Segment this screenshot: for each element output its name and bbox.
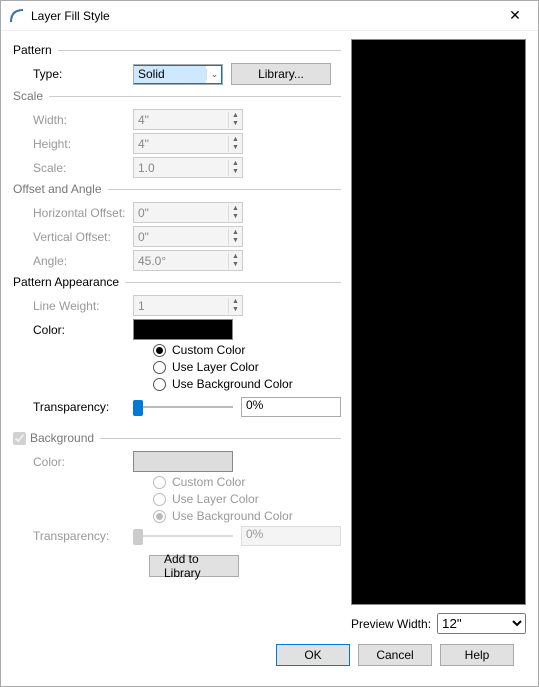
voff-label: Vertical Offset: bbox=[13, 230, 133, 244]
chevron-down-icon: ⌄ bbox=[206, 69, 222, 80]
cancel-button[interactable]: Cancel bbox=[358, 644, 432, 666]
lw-spinner: 1▲▼ bbox=[133, 295, 243, 316]
radio-use-background-color[interactable] bbox=[153, 378, 166, 391]
voff-spinner: 0"▲▼ bbox=[133, 226, 243, 247]
color-swatch[interactable] bbox=[133, 319, 233, 340]
type-label: Type: bbox=[13, 67, 133, 81]
bg-transparency-input: 0% bbox=[241, 526, 341, 546]
bg-color-swatch bbox=[133, 451, 233, 472]
scale-spinner: 1.0▲▼ bbox=[133, 157, 243, 178]
group-pattern: Pattern bbox=[13, 43, 341, 57]
hoff-label: Horizontal Offset: bbox=[13, 206, 133, 220]
radio-use-layer-color[interactable] bbox=[153, 361, 166, 374]
group-appearance: Pattern Appearance bbox=[13, 275, 341, 289]
help-button[interactable]: Help bbox=[440, 644, 514, 666]
window-title: Layer Fill Style bbox=[31, 9, 500, 23]
bg-radio-use-background-color bbox=[153, 510, 166, 523]
color-label: Color: bbox=[13, 323, 133, 337]
add-to-library-button[interactable]: Add to Library bbox=[149, 555, 239, 577]
hoff-spinner: 0"▲▼ bbox=[133, 202, 243, 223]
angle-spinner: 45.0°▲▼ bbox=[133, 250, 243, 271]
preview-width-select[interactable]: 12" bbox=[437, 613, 526, 634]
bg-transparency-slider bbox=[133, 526, 233, 546]
lw-label: Line Weight: bbox=[13, 299, 133, 313]
height-spinner: 4"▲▼ bbox=[133, 133, 243, 154]
bg-radio-custom-color bbox=[153, 476, 166, 489]
bg-transparency-label: Transparency: bbox=[13, 529, 133, 543]
transparency-label: Transparency: bbox=[13, 400, 133, 414]
preview-width-label: Preview Width: bbox=[351, 617, 431, 631]
preview-swatch bbox=[351, 39, 526, 605]
type-select[interactable]: Solid ⌄ bbox=[133, 64, 223, 85]
ok-button[interactable]: OK bbox=[276, 644, 350, 666]
height-label: Height: bbox=[13, 137, 133, 151]
angle-label: Angle: bbox=[13, 254, 133, 268]
group-offset: Offset and Angle bbox=[13, 182, 341, 196]
library-button[interactable]: Library... bbox=[231, 63, 331, 85]
scale-label: Scale: bbox=[13, 161, 133, 175]
width-label: Width: bbox=[13, 113, 133, 127]
group-background: Background bbox=[13, 431, 341, 445]
bg-color-label: Color: bbox=[13, 455, 133, 469]
radio-custom-color[interactable] bbox=[153, 344, 166, 357]
app-icon bbox=[9, 8, 25, 24]
group-scale: Scale bbox=[13, 89, 341, 103]
width-spinner: 4"▲▼ bbox=[133, 109, 243, 130]
close-button[interactable]: ✕ bbox=[500, 7, 530, 24]
transparency-slider[interactable] bbox=[133, 397, 233, 417]
bg-radio-use-layer-color bbox=[153, 493, 166, 506]
transparency-input[interactable]: 0% bbox=[241, 397, 341, 417]
background-checkbox bbox=[13, 432, 26, 445]
